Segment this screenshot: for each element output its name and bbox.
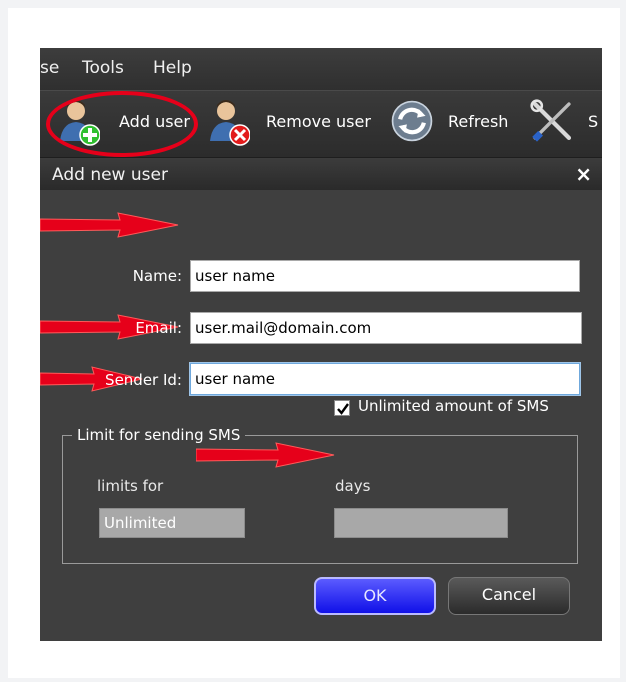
menu-bar: se Tools Help	[40, 48, 602, 90]
close-icon[interactable]: ×	[575, 162, 592, 186]
days-label: days	[335, 477, 371, 495]
menu-item-tools[interactable]: Tools	[82, 58, 124, 78]
unlimited-sms-checkbox[interactable]	[334, 400, 350, 416]
remove-user-label: Remove user	[266, 112, 371, 131]
dialog-title: Add new user	[52, 165, 168, 185]
limits-for-label: limits for	[97, 477, 164, 495]
app-window: se Tools Help Add user Remove user Refre…	[40, 48, 602, 641]
limit-groupbox	[62, 435, 578, 564]
settings-label: S	[588, 112, 599, 131]
tools-icon	[530, 99, 572, 142]
refresh-label: Refresh	[448, 112, 509, 131]
name-label: Name:	[132, 267, 182, 285]
menu-item-help[interactable]: Help	[153, 58, 192, 78]
checkmark-icon	[337, 403, 349, 415]
limits-for-input: Unlimited	[99, 508, 245, 538]
remove-user-icon	[210, 100, 250, 146]
ok-button[interactable]: OK	[314, 577, 436, 615]
email-label: Email:	[135, 319, 182, 337]
cancel-button[interactable]: Cancel	[448, 577, 570, 615]
refresh-button[interactable]: Refresh	[390, 91, 520, 157]
refresh-icon	[391, 100, 433, 142]
dialog-title-bar: Add new user ×	[40, 158, 602, 191]
sender-id-label: Sender Id:	[105, 371, 182, 389]
add-user-dialog: Name: Email: Sender Id: Unlimited amount…	[40, 190, 602, 641]
settings-button[interactable]: S	[530, 91, 602, 157]
unlimited-sms-label: Unlimited amount of SMS	[358, 397, 549, 415]
add-user-highlight-annotation	[46, 91, 198, 157]
remove-user-button[interactable]: Remove user	[206, 91, 378, 157]
name-arrow-annotation	[40, 212, 179, 238]
menu-item-use[interactable]: se	[40, 58, 59, 78]
email-input[interactable]	[190, 312, 582, 344]
days-input	[334, 508, 508, 538]
limit-group-title: Limit for sending SMS	[72, 426, 246, 444]
name-input[interactable]	[190, 260, 580, 292]
sender-id-input[interactable]	[190, 363, 580, 395]
